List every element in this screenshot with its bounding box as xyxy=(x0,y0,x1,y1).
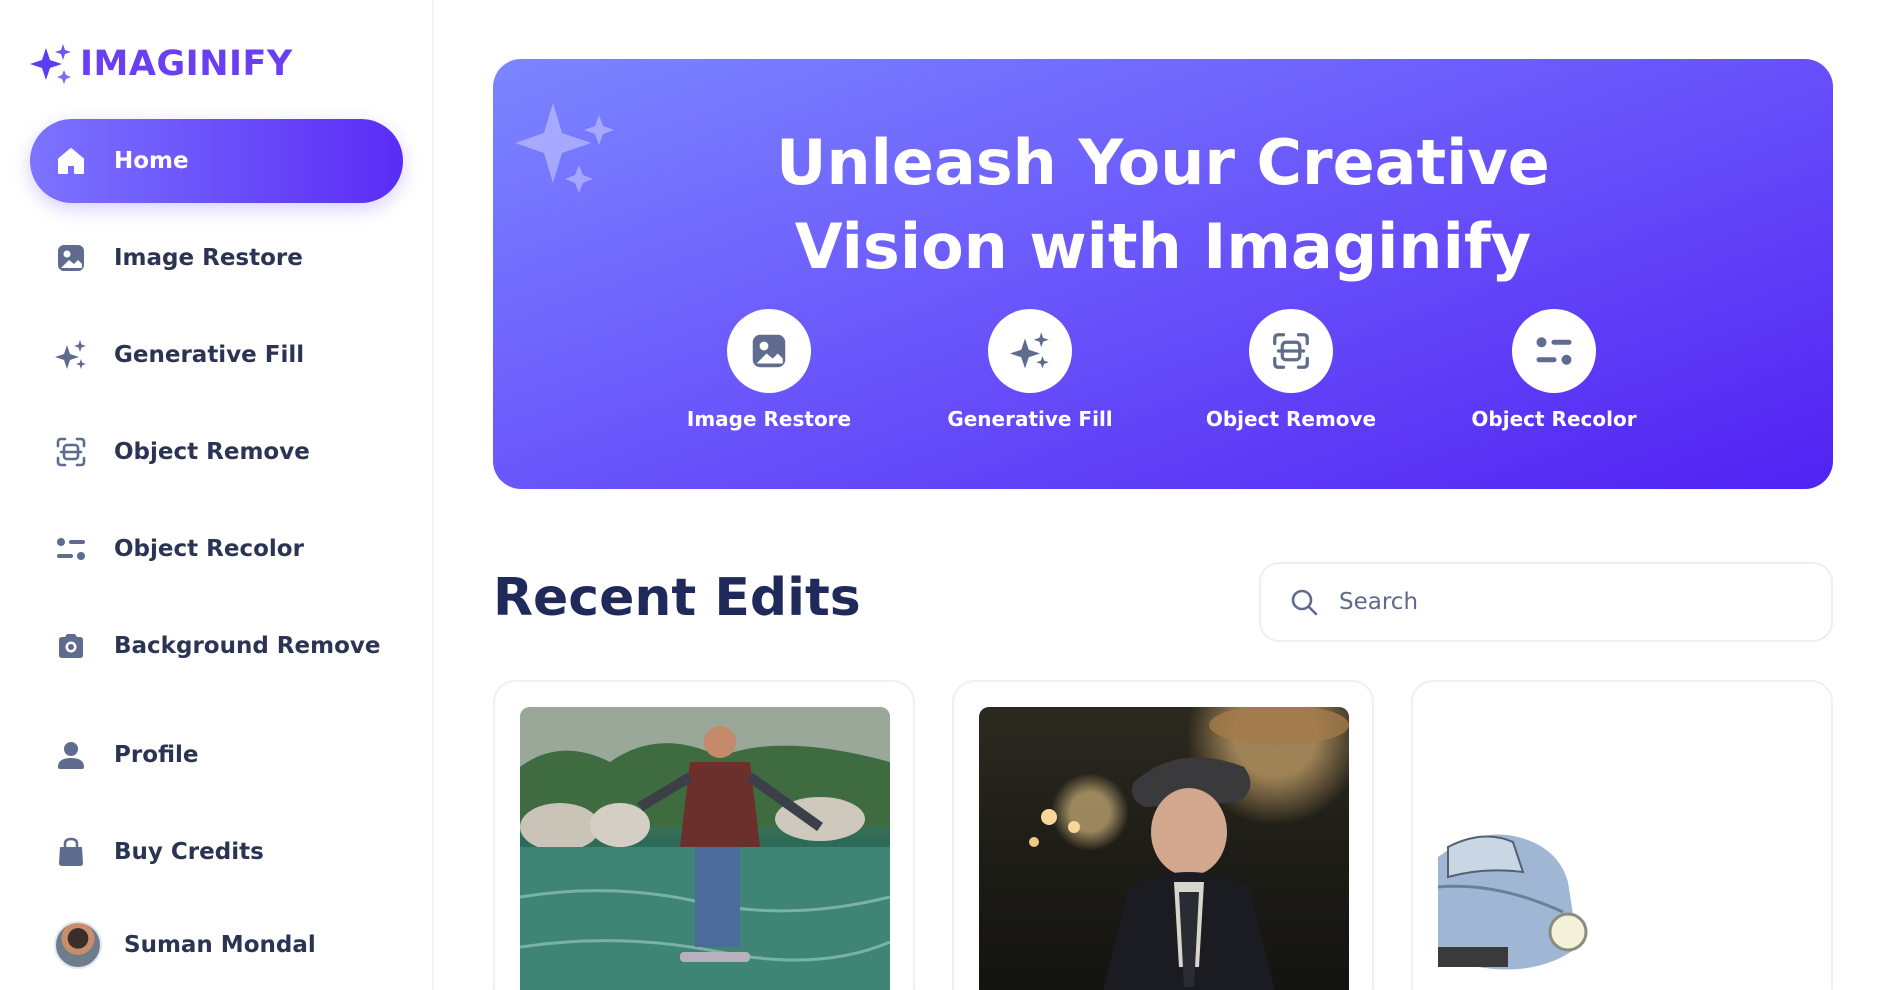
hero-title-line-2: Vision with Imaginify xyxy=(794,210,1532,283)
image-card[interactable] xyxy=(493,680,915,990)
sidebar-item-image-restore[interactable]: Image Restore xyxy=(30,216,403,300)
hero-tools: Image Restore Generative Fill Object Rem… xyxy=(493,309,1833,449)
filter-icon xyxy=(54,532,88,566)
image-icon xyxy=(54,241,88,275)
tool-circle[interactable] xyxy=(988,309,1072,393)
home-icon xyxy=(54,144,88,178)
sidebar-item-label: Object Remove xyxy=(114,439,310,465)
section-title: Recent Edits xyxy=(493,568,861,628)
image-card[interactable] xyxy=(952,680,1374,990)
user-profile[interactable]: Suman Mondal xyxy=(54,921,316,969)
search-input[interactable] xyxy=(1339,582,1819,622)
flying-car-image xyxy=(1438,834,1588,970)
tool-label: Image Restore xyxy=(686,407,852,431)
brand-name: IMAGINIFY xyxy=(80,44,293,84)
tool-label: Object Remove xyxy=(1205,407,1377,431)
hero-banner: Unleash Your Creative Vision with Imagin… xyxy=(493,59,1833,489)
user-name: Suman Mondal xyxy=(124,932,316,958)
sidebar-item-label: Profile xyxy=(114,742,199,768)
sidebar-item-object-recolor[interactable]: Object Recolor xyxy=(30,507,403,591)
tool-label: Generative Fill xyxy=(947,407,1113,431)
sidebar-item-generative-fill[interactable]: Generative Fill xyxy=(30,313,403,397)
hoverboard-scene-image xyxy=(520,707,890,990)
logo[interactable]: IMAGINIFY xyxy=(30,40,293,88)
tool-object-remove[interactable]: Object Remove xyxy=(1181,309,1401,431)
sidebar-item-profile[interactable]: Profile xyxy=(30,713,403,797)
hero-title-line-1: Unleash Your Creative xyxy=(776,126,1550,199)
filter-icon xyxy=(1536,337,1572,365)
bag-icon xyxy=(54,835,88,869)
card-thumbnail[interactable] xyxy=(520,707,890,990)
card-thumbnail[interactable] xyxy=(1438,707,1808,990)
tool-label: Object Recolor xyxy=(1471,407,1637,431)
app-root: IMAGINIFY Home Image Restore Generative … xyxy=(0,0,1895,990)
sidebar-item-label: Home xyxy=(114,148,189,174)
sidebar-item-label: Object Recolor xyxy=(114,536,304,562)
search-icon xyxy=(1291,589,1318,616)
sidebar: IMAGINIFY Home Image Restore Generative … xyxy=(0,0,434,990)
tool-circle[interactable] xyxy=(1249,309,1333,393)
hero-title: Unleash Your Creative Vision with Imagin… xyxy=(493,121,1833,289)
scan-icon xyxy=(1273,333,1309,369)
sidebar-item-background-remove[interactable]: Background Remove xyxy=(30,604,403,688)
search-box[interactable] xyxy=(1259,562,1833,642)
card-thumbnail[interactable] xyxy=(979,707,1349,990)
image-icon xyxy=(752,334,786,368)
image-card[interactable] xyxy=(1411,680,1833,990)
tool-image-restore[interactable]: Image Restore xyxy=(659,309,879,431)
sparkles-icon xyxy=(1010,332,1049,369)
man-in-cap-image xyxy=(1029,707,1349,990)
sidebar-item-label: Generative Fill xyxy=(114,342,305,368)
sidebar-item-label: Image Restore xyxy=(114,245,303,271)
user-icon xyxy=(54,738,88,772)
tool-circle[interactable] xyxy=(1512,309,1596,393)
tool-object-recolor[interactable]: Object Recolor xyxy=(1444,309,1664,431)
sparkles-icon xyxy=(54,338,88,372)
sidebar-item-label: Background Remove xyxy=(114,633,381,659)
sparkles-logo-icon xyxy=(30,44,71,84)
tool-generative-fill[interactable]: Generative Fill xyxy=(920,309,1140,431)
sidebar-item-home[interactable]: Home xyxy=(30,119,403,203)
sidebar-item-object-remove[interactable]: Object Remove xyxy=(30,410,403,494)
sidebar-item-label: Buy Credits xyxy=(114,839,264,865)
camera-icon xyxy=(54,629,88,663)
avatar[interactable] xyxy=(54,921,102,969)
sidebar-item-buy-credits[interactable]: Buy Credits xyxy=(30,810,403,894)
scan-icon xyxy=(54,435,88,469)
tool-circle[interactable] xyxy=(727,309,811,393)
